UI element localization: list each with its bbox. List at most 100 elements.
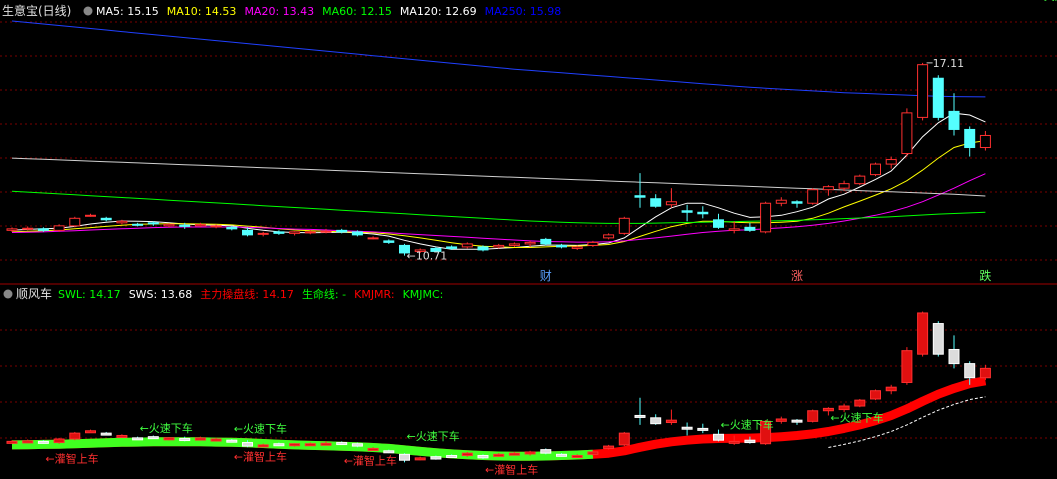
- signal-label: ←火速下车: [407, 429, 460, 443]
- indicator-label: KMJMR:: [354, 288, 394, 301]
- indicator-body: [477, 455, 489, 459]
- indicator-body: [697, 427, 709, 431]
- indicator-body: [399, 453, 410, 461]
- candle-body: [257, 232, 269, 235]
- candle-body: [650, 198, 662, 207]
- candle-body: [807, 189, 819, 204]
- candle-body: [744, 226, 756, 231]
- indicator-body: [69, 432, 81, 440]
- candle-body: [53, 225, 65, 231]
- candle-body: [822, 186, 834, 191]
- indicator-body: [163, 437, 175, 441]
- indicator-body: [870, 390, 881, 400]
- candle-body: [493, 244, 505, 248]
- chart-title: 生意宝(日线): [2, 3, 71, 18]
- indicator-body: [194, 437, 206, 441]
- ma-label: MA250: 15.98: [485, 5, 562, 18]
- indicator-body: [524, 451, 536, 455]
- candle-body: [508, 243, 520, 246]
- indicator-body: [775, 418, 787, 422]
- indicator-body: [430, 456, 442, 460]
- indicator-body: [556, 453, 567, 457]
- candle-body: [917, 64, 929, 118]
- candle-body: [870, 163, 881, 176]
- indicator-body: [713, 433, 724, 441]
- chart-labels: 生意宝(日线) MA5: 15.15 MA10: 14.53 MA20: 13.43 M…: [2, 0, 1057, 477]
- indicator-body: [650, 417, 662, 425]
- indicator-body: [979, 367, 991, 379]
- event-marker: 财: [540, 269, 552, 283]
- candle-body: [885, 159, 897, 165]
- indicator-body: [367, 447, 379, 451]
- indicator-body: [964, 363, 976, 379]
- indicator-body: [838, 405, 850, 411]
- indicator-body: [885, 386, 897, 392]
- indicator-body: [822, 407, 834, 412]
- candle-body: [351, 231, 363, 236]
- indicator-body: [854, 399, 866, 407]
- indicator-label: KMJMC:: [403, 288, 444, 301]
- indicator-label: 主力操盘线: 14.17: [200, 287, 294, 301]
- ma-label: MA60: 12.15: [322, 5, 392, 18]
- candle-body: [273, 231, 285, 234]
- indicator-label: 生命线: -: [302, 287, 346, 301]
- dropdown-icon: [3, 289, 13, 299]
- candle-body: [681, 210, 693, 213]
- ma-label: MA10: 14.53: [167, 5, 237, 18]
- candle-body: [587, 241, 599, 246]
- candle-body: [713, 219, 724, 228]
- candle-body: [838, 183, 850, 189]
- candle-body: [603, 234, 615, 239]
- indicator-body: [901, 350, 913, 383]
- candle-body: [571, 246, 583, 249]
- event-marker: 跌: [979, 268, 991, 283]
- indicator-body: [336, 442, 348, 446]
- candle-body: [85, 214, 96, 217]
- indicator-body: [37, 440, 49, 444]
- candle-body: [367, 237, 379, 240]
- signal-label: ←灌智上车: [344, 453, 397, 467]
- indicator-body: [603, 445, 615, 449]
- candle-body: [775, 199, 787, 204]
- indicator-body: [791, 419, 803, 423]
- indicator-body: [618, 432, 630, 446]
- candle-body: [446, 246, 458, 249]
- indicator-body: [744, 439, 756, 444]
- indicator-body: [571, 455, 583, 459]
- candle-body: [618, 217, 630, 234]
- candle-body: [194, 224, 206, 227]
- candle-body: [901, 112, 913, 155]
- candle-body: [760, 202, 772, 233]
- indicator-body: [508, 452, 520, 456]
- indicator-title: 顺风车: [16, 286, 52, 301]
- candle-body: [948, 110, 960, 130]
- candle-body: [242, 229, 253, 236]
- indicator-body: [6, 440, 18, 444]
- indicator-body: [948, 348, 960, 365]
- signal-label: ←火速下车: [140, 421, 193, 435]
- indicator-body: [446, 455, 458, 459]
- candle-body: [6, 228, 18, 231]
- signal-label: ←灌智上车: [234, 449, 287, 463]
- candle-body: [634, 195, 646, 198]
- candle-body: [979, 134, 991, 149]
- candle-body: [163, 223, 175, 227]
- ma-label: MA20: 13.43: [244, 5, 314, 18]
- indicator-body: [665, 419, 677, 424]
- indicator-body: [493, 453, 505, 457]
- candle-body: [932, 77, 944, 118]
- candle-body: [304, 231, 316, 234]
- candle-body: [320, 230, 332, 233]
- indicator-body: [351, 443, 363, 447]
- ma-label: MA120: 12.69: [400, 5, 477, 18]
- candle-body: [524, 241, 536, 245]
- ma-line-ma5: [11, 112, 986, 250]
- indicator-body: [116, 434, 128, 438]
- candle-body: [147, 222, 159, 225]
- price-candles: [6, 62, 991, 256]
- indicator-body: [807, 410, 819, 422]
- indicator-body: [917, 312, 929, 355]
- candle-body: [116, 220, 128, 224]
- candle-body: [100, 217, 112, 221]
- candle-body: [540, 238, 552, 245]
